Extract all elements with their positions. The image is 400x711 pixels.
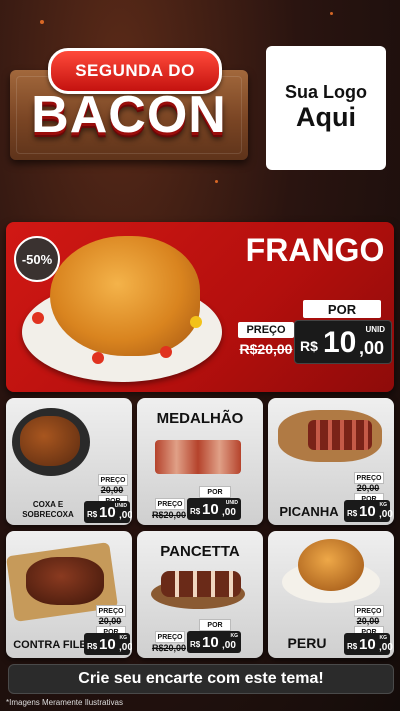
price-integer: 10 [99, 504, 116, 521]
product-name: CONTRA FILE [13, 639, 87, 651]
price-decimal: ,00 [359, 338, 385, 358]
currency: R$ [190, 640, 201, 649]
main-title: BACON [31, 86, 227, 144]
price-box: R$ 10 ,00 KG [344, 500, 393, 522]
price-unit: KG [230, 633, 239, 639]
price-unit: UNID [114, 503, 127, 509]
price-box: R$ 10 ,00 UNID [187, 498, 241, 520]
price-decimal: ,00 [222, 640, 236, 651]
product-card[interactable]: PANCETTA PREÇO R$20,00 POR R$ 10 ,00 KG [137, 531, 263, 658]
price-unit: KG [379, 502, 388, 508]
product-name: PANCETTA [160, 543, 240, 560]
pepper-garnish [190, 316, 202, 328]
old-price: R$20,00 [151, 509, 187, 520]
ember [215, 180, 218, 183]
hero-product-name: FRANGO [245, 232, 385, 268]
product-name: COXA E SOBRECOXA [22, 500, 74, 519]
tomato-garnish [92, 352, 104, 364]
price-unit: KG [119, 635, 128, 641]
price-box: R$ 10 ,00 UNID [294, 320, 392, 364]
product-card[interactable]: CONTRA FILE PREÇO 20,00 POR R$ 10 ,00 KG [6, 531, 132, 658]
tomato-garnish [160, 346, 172, 358]
old-price: 20,00 [356, 482, 380, 493]
roast-chicken-image [50, 236, 200, 356]
price-integer: 10 [99, 636, 116, 653]
price-unit: UNID [365, 325, 385, 334]
currency: R$ [87, 642, 98, 651]
price-integer: 10 [359, 636, 376, 653]
price-decimal: ,00 [119, 642, 132, 653]
price-integer: 10 [323, 326, 357, 359]
price-decimal: ,00 [119, 510, 132, 521]
product-card[interactable]: PICANHA PREÇO 20,00 POR R$ 10 ,00 KG [268, 398, 394, 525]
currency: R$ [87, 510, 98, 519]
turkey-image [298, 539, 364, 591]
currency: R$ [347, 509, 358, 518]
price-decimal: ,00 [222, 507, 236, 518]
old-price: 20,00 [356, 615, 380, 626]
ember [40, 20, 44, 24]
currency: R$ [347, 642, 358, 651]
old-price: 20,00 [100, 484, 124, 495]
old-price: 20,00 [98, 615, 122, 626]
price-integer: 10 [202, 501, 219, 518]
discount-badge: -50% [14, 236, 60, 282]
product-name: PERU [287, 635, 327, 651]
price-box: R$ 10 ,00 KG [187, 631, 241, 653]
product-name: MEDALHÃO [156, 410, 244, 427]
cta-button[interactable]: Crie seu encarte com este tema! [8, 664, 394, 694]
por-label: POR [199, 486, 231, 498]
por-label: POR [199, 619, 231, 631]
price-decimal: ,00 [379, 509, 393, 520]
currency: R$ [190, 507, 201, 516]
pancetta-image [161, 571, 241, 597]
product-name: PICANHA [279, 504, 339, 519]
steak-image [308, 420, 372, 450]
price-box: R$ 10 ,00 KG [344, 633, 393, 655]
ember [330, 12, 333, 15]
price-unit: UNID [225, 500, 238, 506]
product-card[interactable]: MEDALHÃO PREÇO R$20,00 POR R$ 10 ,00 UNI… [137, 398, 263, 525]
tomato-garnish [32, 312, 44, 324]
logo-line1: Sua Logo [285, 82, 367, 103]
price-box: R$ 10 ,00 KG [84, 633, 132, 655]
disclaimer: *Imagens Meramente Ilustrativas [6, 698, 123, 707]
product-card[interactable]: COXA E SOBRECOXA PREÇO 20,00 POR R$ 10 ,… [6, 398, 132, 525]
price-box: R$ 10 ,00 UNID [84, 501, 132, 523]
currency: R$ [300, 338, 318, 354]
price-integer: 10 [202, 634, 219, 651]
logo-line2: Aqui [296, 102, 356, 133]
chicken-leg-image [20, 416, 80, 466]
old-price: R$20,00 [239, 341, 293, 357]
preco-label: PREÇO [238, 322, 294, 338]
skewer-image [155, 440, 241, 474]
por-label: POR [303, 300, 381, 318]
price-integer: 10 [359, 503, 376, 520]
price-decimal: ,00 [379, 642, 393, 653]
logo-placeholder[interactable]: Sua Logo Aqui [266, 46, 386, 170]
steak-image [26, 557, 104, 605]
product-card[interactable]: PERU PREÇO 20,00 POR R$ 10 ,00 KG [268, 531, 394, 658]
old-price: R$20,00 [151, 642, 187, 653]
price-unit: KG [379, 635, 388, 641]
